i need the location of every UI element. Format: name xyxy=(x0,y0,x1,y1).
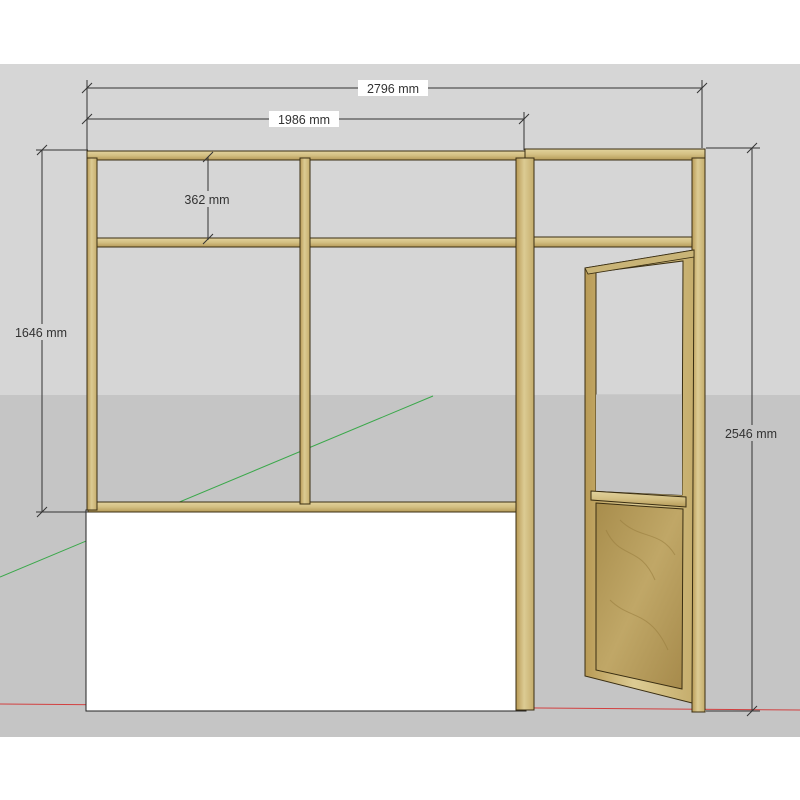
dim-glazed-label: 1986 mm xyxy=(278,113,330,127)
dim-total-label: 2546 mm xyxy=(725,427,777,441)
transom-rail-mid xyxy=(308,237,518,248)
dim-overall-label: 2796 mm xyxy=(367,82,419,96)
left-post xyxy=(86,157,98,511)
dim-transom-label: 362 mm xyxy=(184,193,229,207)
center-mullion xyxy=(299,157,311,505)
background-top xyxy=(0,0,800,64)
cad-drawing: 2796 mm 1986 mm 362 mm 1646 mm 2546 mm xyxy=(0,0,800,800)
door-glass-lower xyxy=(596,395,682,495)
dim-window-label: 1646 mm xyxy=(15,326,67,340)
transom-rail-right xyxy=(533,236,695,248)
background-bottom xyxy=(0,737,800,800)
top-rail-right xyxy=(524,148,706,161)
lower-panel xyxy=(85,509,527,712)
door-wood-panel xyxy=(595,502,684,690)
right-post xyxy=(691,157,706,713)
middle-post xyxy=(515,157,535,711)
transom-rail-left xyxy=(93,237,303,248)
door xyxy=(584,249,695,704)
